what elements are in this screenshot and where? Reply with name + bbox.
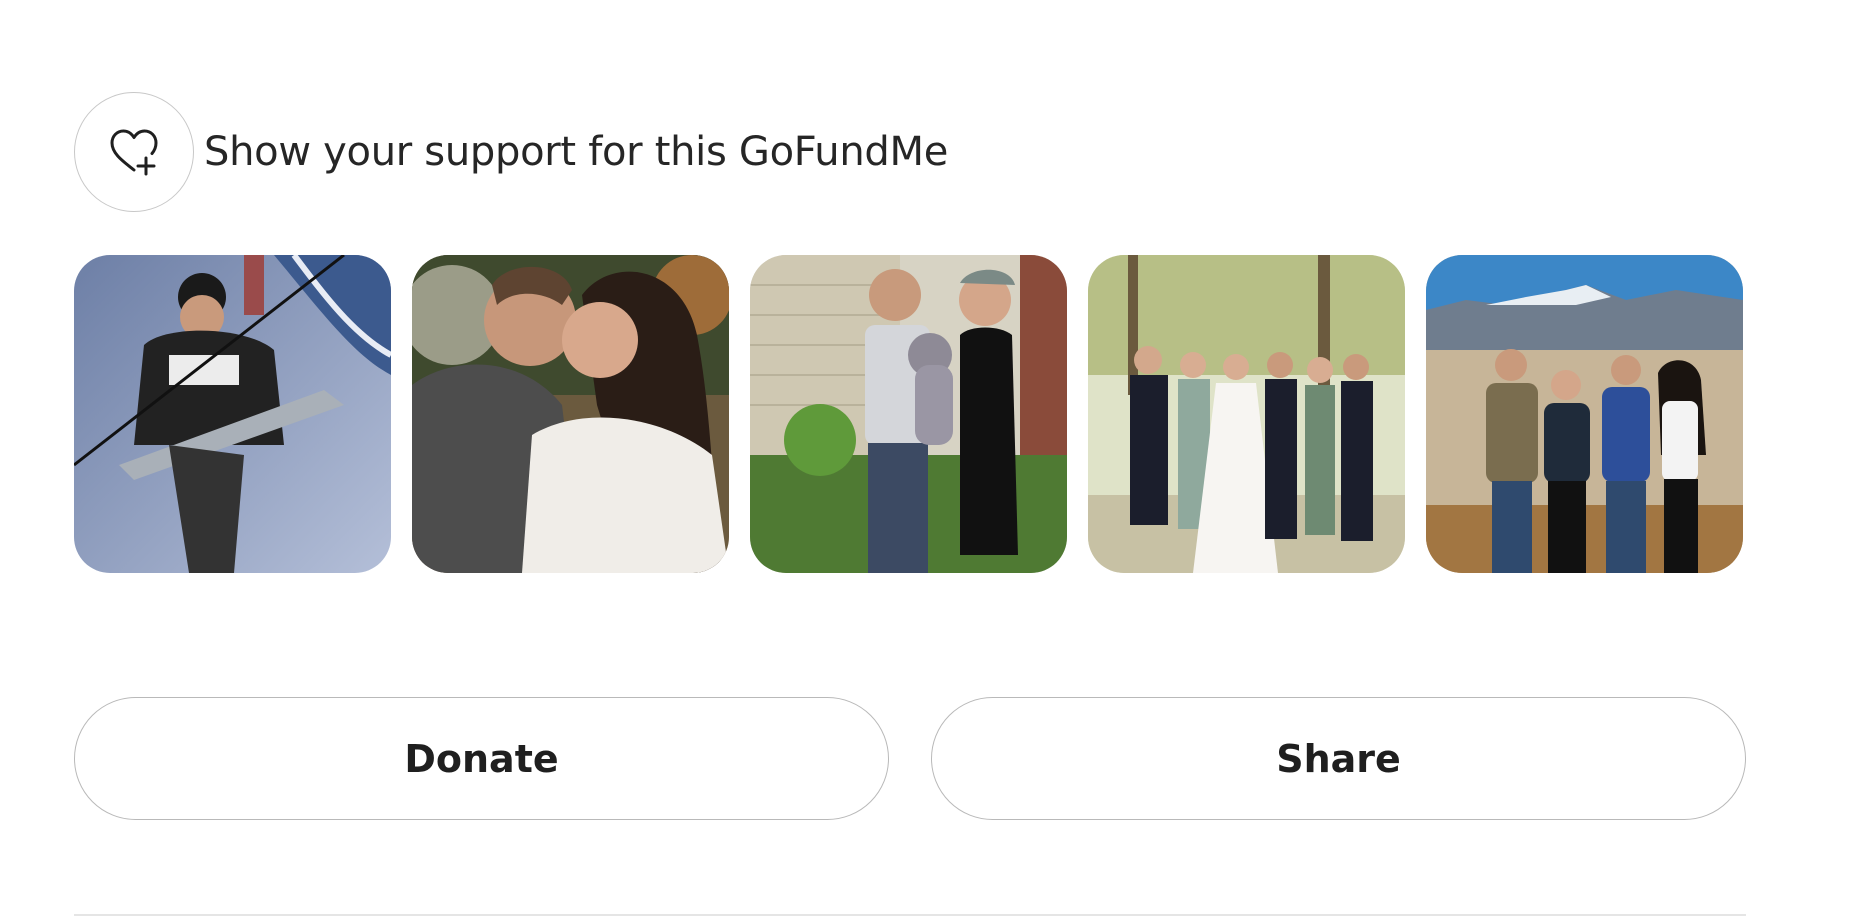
- photo-mountains-group[interactable]: [1426, 255, 1743, 573]
- support-section: Show your support for this GoFundMe: [74, 90, 948, 214]
- action-buttons: Donate Share: [74, 697, 1746, 820]
- support-heart-button[interactable]: [74, 92, 194, 212]
- photo-fishing[interactable]: [74, 255, 391, 573]
- support-heading: Show your support for this GoFundMe: [204, 129, 949, 175]
- donate-button[interactable]: Donate: [74, 697, 889, 820]
- heart-plus-icon: [110, 129, 158, 176]
- photo-couple-kiss[interactable]: [412, 255, 729, 573]
- photo-couple-with-dog[interactable]: [750, 255, 1067, 573]
- share-button[interactable]: Share: [931, 697, 1746, 820]
- photo-gallery: [74, 255, 1743, 573]
- photo-wedding-party[interactable]: [1088, 255, 1405, 573]
